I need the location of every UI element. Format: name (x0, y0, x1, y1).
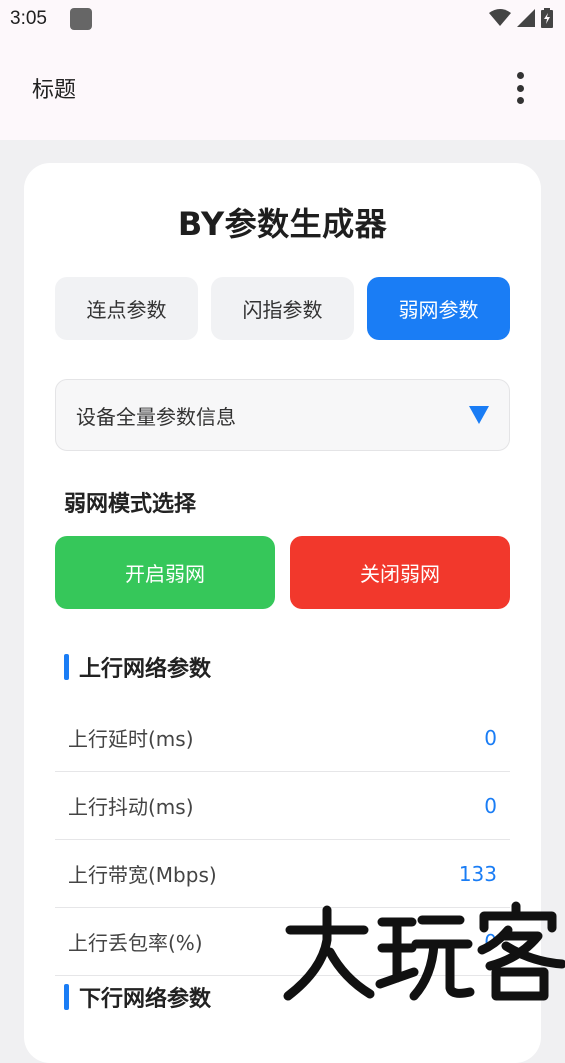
section-accent-bar (64, 654, 69, 680)
page-title: 标题 (32, 78, 77, 103)
section-accent-bar (64, 984, 69, 1010)
status-bar: 3:05 (0, 0, 565, 38)
param-label: 上行带宽(Mbps) (68, 863, 217, 887)
tab-click-params[interactable]: 连点参数 (55, 277, 198, 340)
param-value: 0 (484, 793, 497, 818)
dropdown-selected-value: 设备全量参数信息 (76, 404, 236, 429)
param-row-upstream-jitter[interactable]: 上行抖动(ms) 0 (55, 772, 510, 840)
downstream-section-header: 下行网络参数 (64, 981, 211, 1013)
param-label: 上行丢包率(%) (68, 931, 203, 955)
param-row-upstream-delay[interactable]: 上行延时(ms) 0 (55, 704, 510, 772)
param-label: 上行抖动(ms) (68, 795, 194, 819)
wifi-icon (489, 9, 511, 26)
status-time: 3:05 (10, 8, 47, 29)
enable-weak-network-button[interactable]: 开启弱网 (55, 536, 275, 609)
dropdown-arrow-icon (469, 406, 489, 424)
downstream-section-title: 下行网络参数 (79, 987, 212, 1012)
disable-weak-network-button[interactable]: 关闭弱网 (290, 536, 510, 609)
params-dropdown[interactable]: 设备全量参数信息 (55, 379, 510, 451)
card-title: BY参数生成器 (177, 205, 388, 243)
param-row-upstream-bandwidth[interactable]: 上行带宽(Mbps) 133 (55, 840, 510, 908)
status-icons (489, 8, 553, 28)
param-value: 0 (484, 725, 497, 750)
tab-bar: 连点参数 闪指参数 弱网参数 (55, 277, 510, 340)
battery-icon (541, 8, 553, 28)
tab-flash-params[interactable]: 闪指参数 (211, 277, 354, 340)
tab-weak-network-params[interactable]: 弱网参数 (367, 277, 510, 340)
more-options-icon[interactable] (515, 72, 525, 104)
param-value: 133 (458, 861, 497, 886)
app-bar: 标题 (0, 38, 565, 140)
param-label: 上行延时(ms) (68, 727, 194, 751)
mode-section-title: 弱网模式选择 (64, 492, 197, 517)
upstream-section-title: 上行网络参数 (79, 657, 212, 682)
watermark-logo (283, 901, 565, 1001)
upstream-section-header: 上行网络参数 (64, 651, 211, 683)
signal-icon (517, 9, 535, 27)
app-notification-icon (70, 8, 92, 30)
